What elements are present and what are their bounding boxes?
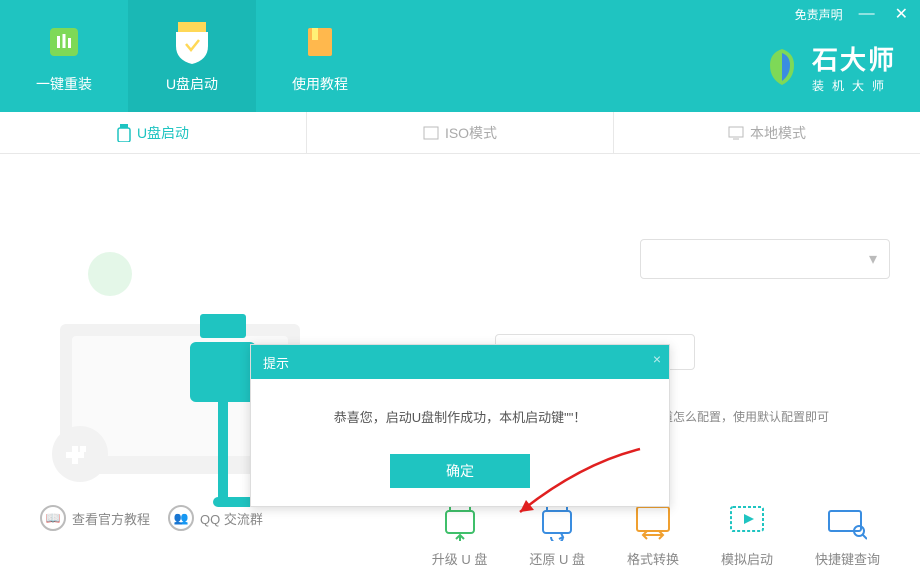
brand-logo-icon bbox=[760, 45, 804, 89]
tab-label: ISO模式 bbox=[445, 123, 497, 143]
window-controls: 免责声明 — ✕ bbox=[787, 0, 920, 28]
content-area: ▾ 开始制作 小贴士：如果不知道怎么配置，使用默认配置即可 📖 查看官方教程 👥… bbox=[0, 154, 920, 580]
modal-title: 提示 bbox=[263, 353, 289, 372]
modal-ok-button[interactable]: 确定 bbox=[390, 454, 530, 488]
tab-label: 本地模式 bbox=[750, 123, 806, 143]
nav-label: 一键重装 bbox=[36, 74, 92, 94]
book-icon bbox=[296, 18, 344, 66]
modal-header: 提示 × bbox=[251, 345, 669, 379]
usb-icon bbox=[117, 124, 131, 142]
brand: 石大师 装机大师 bbox=[760, 40, 896, 94]
nav-tutorial[interactable]: 使用教程 bbox=[256, 0, 384, 112]
tab-local[interactable]: 本地模式 bbox=[613, 112, 920, 153]
modal-close-button[interactable]: × bbox=[653, 351, 661, 367]
close-button[interactable]: ✕ bbox=[891, 4, 912, 24]
usb-shield-icon bbox=[168, 18, 216, 66]
mode-tabs: U盘启动 ISO模式 本地模式 bbox=[0, 112, 920, 154]
monitor-icon bbox=[728, 126, 744, 140]
app-header: 一键重装 U盘启动 使用教程 免责声明 — ✕ 石大师 装机大师 bbox=[0, 0, 920, 112]
iso-icon bbox=[423, 125, 439, 141]
tab-label: U盘启动 bbox=[137, 123, 189, 143]
nav-reinstall[interactable]: 一键重装 bbox=[0, 0, 128, 112]
nav-label: U盘启动 bbox=[166, 74, 218, 94]
minimize-button[interactable]: — bbox=[855, 5, 879, 23]
nav-usb-boot[interactable]: U盘启动 bbox=[128, 0, 256, 112]
modal-overlay: 提示 × 恭喜您，启动U盘制作成功，本机启动键""！ 确定 bbox=[0, 154, 920, 580]
bars-icon bbox=[40, 18, 88, 66]
success-modal: 提示 × 恭喜您，启动U盘制作成功，本机启动键""！ 确定 bbox=[250, 344, 670, 507]
tab-iso[interactable]: ISO模式 bbox=[306, 112, 613, 153]
tab-usb-boot[interactable]: U盘启动 bbox=[0, 112, 306, 153]
brand-subtitle: 装机大师 bbox=[812, 77, 892, 94]
disclaimer-link[interactable]: 免责声明 bbox=[795, 6, 843, 23]
brand-title: 石大师 bbox=[812, 40, 896, 77]
modal-message: 恭喜您，启动U盘制作成功，本机启动键""！ bbox=[251, 379, 669, 444]
nav-label: 使用教程 bbox=[292, 74, 348, 94]
